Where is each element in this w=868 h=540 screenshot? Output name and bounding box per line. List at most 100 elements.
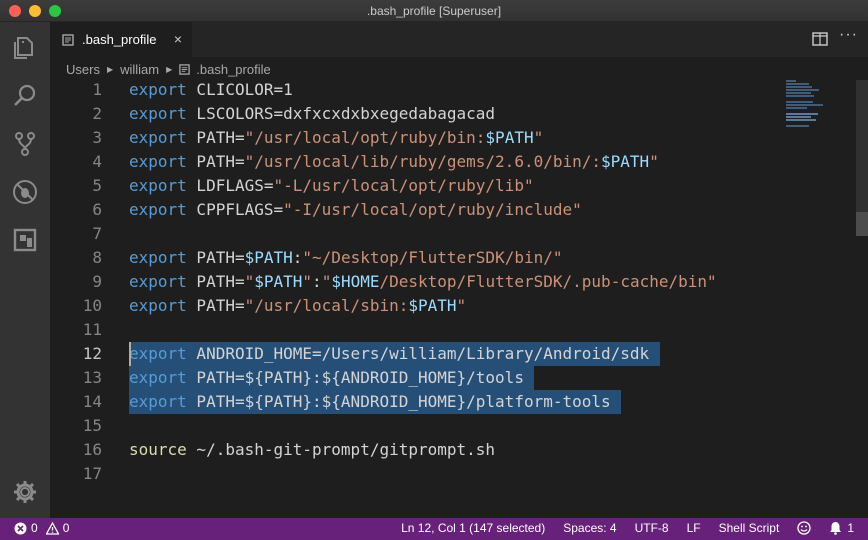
minimap-line [786, 83, 809, 85]
code-line[interactable]: 5 export LDFLAGS="-L/usr/local/opt/ruby/l… [50, 174, 790, 198]
minimap-line [786, 95, 815, 97]
code-token: : [312, 272, 322, 291]
debug-icon[interactable] [0, 168, 50, 216]
breadcrumb-item-file[interactable]: .bash_profile [196, 62, 270, 77]
text-cursor [129, 342, 131, 366]
error-count: 0 [31, 521, 38, 535]
minimap-line [786, 119, 816, 121]
feedback-smiley-icon[interactable] [797, 521, 811, 535]
status-bar: 0 0 Ln 12, Col 1 (147 selected) Spaces: … [0, 518, 868, 540]
code-token: LSCOLORS=dxfxcxdxbxegedabagacad [186, 104, 496, 123]
code-token: $PATH [485, 128, 534, 147]
code-line[interactable]: 14 export PATH=${PATH}:${ANDROID_HOME}/pl… [50, 390, 790, 414]
tab-bar: .bash_profile × ··· [50, 22, 868, 57]
minimap[interactable] [786, 80, 834, 127]
minimap-line [786, 101, 813, 103]
code-token: PATH= [186, 272, 245, 291]
files-icon[interactable] [0, 24, 50, 72]
warning-icon [45, 521, 59, 535]
settings-gear-icon[interactable] [0, 468, 50, 516]
indentation[interactable]: Spaces: 4 [563, 521, 616, 535]
chevron-right-icon: ▶ [106, 64, 114, 74]
code-line[interactable]: 4 export PATH="/usr/local/lib/ruby/gems/2… [50, 150, 790, 174]
code-line[interactable]: 17 [50, 462, 790, 486]
minimap-line [786, 86, 812, 88]
error-icon [14, 522, 27, 534]
code-line[interactable]: 9 export PATH="$PATH":"$HOME/Desktop/Flut… [50, 270, 790, 294]
code-line[interactable]: 15 [50, 414, 790, 438]
chevron-right-icon: ▶ [166, 64, 173, 74]
activity-bar [0, 22, 50, 518]
code-token: $HOME [331, 272, 380, 291]
breadcrumb-item-william[interactable]: william [120, 62, 159, 77]
end-of-line[interactable]: LF [687, 521, 701, 535]
code-line[interactable]: 13 export PATH=${PATH}:${ANDROID_HOME}/to… [50, 366, 790, 390]
line-number: 1 [92, 80, 102, 99]
code-token: export [129, 272, 187, 291]
code-token: "-L/usr/local/opt/ruby/lib" [273, 176, 534, 195]
code-line[interactable]: 16 source ~/.bash-git-prompt/gitprompt.sh [50, 438, 790, 462]
code-line[interactable]: 12 export ANDROID_HOME=/Users/william/Lib… [50, 342, 790, 366]
cursor-position[interactable]: Ln 12, Col 1 (147 selected) [401, 521, 545, 535]
code-token: source [129, 440, 187, 459]
tab-label: .bash_profile [82, 32, 157, 47]
code-editor[interactable]: 1 export CLICOLOR=1 2 export LSCOLORS=dxfxc… [50, 78, 868, 518]
line-code: export LSCOLORS=dxfxcxdxbxegedabagacad [129, 102, 495, 126]
code-token: "/usr/local/sbin: [244, 296, 409, 315]
extensions-icon[interactable] [0, 216, 50, 264]
close-icon[interactable]: × [174, 31, 182, 47]
code-line[interactable]: 3 export PATH="/usr/local/opt/ruby/bin:$P… [50, 126, 790, 150]
code-token: " [456, 296, 467, 315]
code-token: export [129, 344, 187, 363]
errors-indicator[interactable]: 0 [14, 521, 38, 535]
more-actions-icon[interactable]: ··· [839, 26, 858, 44]
code-token: CPPFLAGS= [186, 200, 284, 219]
line-number: 17 [82, 464, 102, 483]
code-token: $PATH [408, 296, 457, 315]
line-number: 6 [92, 200, 102, 219]
minimap-line [786, 80, 797, 82]
code-line[interactable]: 7 [50, 222, 790, 246]
line-number: 15 [82, 416, 102, 435]
notifications-indicator[interactable]: 1 [829, 521, 854, 535]
code-token: PATH=${PATH}:${ANDROID_HOME}/tools [186, 368, 524, 387]
code-line[interactable]: 10 export PATH="/usr/local/sbin:$PATH" [50, 294, 790, 318]
encoding[interactable]: UTF-8 [635, 521, 669, 535]
minimap-line [786, 92, 812, 94]
code-token: " [533, 128, 544, 147]
code-token: " [649, 152, 659, 171]
code-token: : [292, 248, 303, 267]
code-token: export [129, 392, 187, 411]
code-line[interactable]: 11 [50, 318, 790, 342]
line-code: export CPPFLAGS="-I/usr/local/opt/ruby/i… [129, 198, 582, 222]
line-code: export PATH="$PATH":"$HOME/Desktop/Flutt… [129, 270, 717, 294]
code-token: export [129, 176, 187, 195]
code-token: export [129, 296, 187, 315]
line-code: export PATH="/usr/local/lib/ruby/gems/2.… [129, 150, 659, 174]
code-line[interactable]: 6 export CPPFLAGS="-I/usr/local/opt/ruby/… [50, 198, 790, 222]
code-token: ANDROID_HOME=/Users/william/Library/Andr… [186, 344, 650, 363]
code-token: LDFLAGS= [186, 176, 274, 195]
breadcrumb-item-users[interactable]: Users [66, 62, 100, 77]
tab-bash-profile[interactable]: .bash_profile × [50, 22, 192, 57]
code-line[interactable]: 1 export CLICOLOR=1 [50, 78, 790, 102]
line-number: 14 [82, 392, 102, 411]
line-number: 11 [82, 320, 102, 339]
source-control-icon[interactable] [0, 120, 50, 168]
code-token: " [321, 272, 332, 291]
code-line[interactable]: 8 export PATH=$PATH:"~/Desktop/FlutterSDK… [50, 246, 790, 270]
language-mode[interactable]: Shell Script [719, 521, 780, 535]
code-token: export [129, 368, 187, 387]
file-icon [179, 63, 190, 75]
code-token: export [129, 200, 187, 219]
code-line[interactable]: 2 export LSCOLORS=dxfxcxdxbxegedabagacad [50, 102, 790, 126]
code-token: PATH= [186, 296, 245, 315]
code-token: PATH=${PATH}:${ANDROID_HOME}/platform-to… [186, 392, 611, 411]
search-icon[interactable] [0, 72, 50, 120]
line-number: 13 [82, 368, 102, 387]
code-token: PATH= [186, 248, 245, 267]
split-editor-icon[interactable] [812, 32, 828, 46]
code-token: $PATH [254, 272, 303, 291]
line-number: 4 [92, 152, 102, 171]
warnings-indicator[interactable]: 0 [45, 521, 69, 535]
